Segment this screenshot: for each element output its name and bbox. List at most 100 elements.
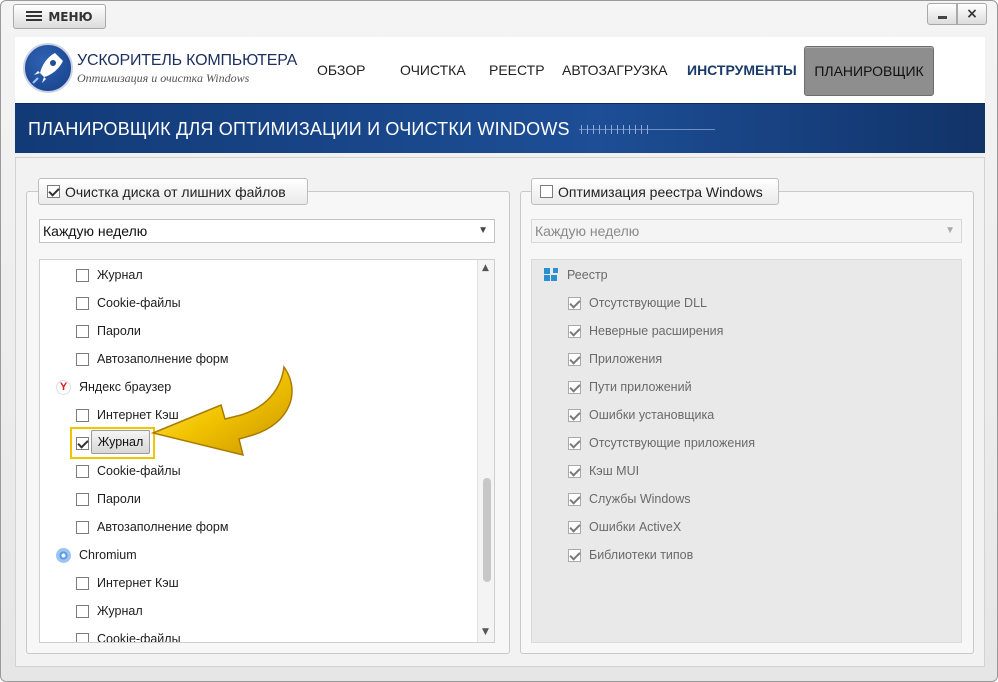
registry-group: Реестр (544, 265, 608, 285)
registry-optimization-checkbox[interactable] (540, 185, 553, 198)
item-label: Chromium (79, 548, 137, 562)
app-title: УСКОРИТЕЛЬ КОМПЬЮТЕРА (77, 52, 298, 69)
dropdown-arrow-icon: ▼ (945, 225, 955, 236)
list-item[interactable]: Интернет Кэш (76, 573, 179, 593)
menu-button[interactable]: МЕНЮ (13, 4, 106, 29)
list-item[interactable]: Отсутствующие приложения (568, 433, 755, 453)
app-window: МЕНЮ × УСКОРИТЕЛЬ КОМПЬЮТЕРА Оптимизация… (0, 0, 998, 682)
page-banner: ПЛАНИРОВЩИК ДЛЯ ОПТИМИЗАЦИИ И ОЧИСТКИ WI… (15, 103, 985, 153)
page-title: ПЛАНИРОВЩИК ДЛЯ ОПТИМИЗАЦИИ И ОЧИСТКИ WI… (28, 119, 570, 139)
item-checkbox[interactable] (76, 324, 89, 338)
banner-decoration-ticks (581, 125, 653, 134)
registry-items-list: Реестр Отсутствующие DLL Неверные расшир… (531, 259, 962, 643)
list-scrollbar[interactable]: ▲ ▼ (477, 260, 494, 642)
item-label: Cookie-файлы (97, 296, 181, 310)
app-subtitle: Оптимизация и очистка Windows (77, 71, 250, 85)
registry-frequency-select[interactable]: Каждую неделю ▼ (531, 219, 962, 243)
pointer-arrow-icon (150, 365, 293, 457)
list-item[interactable]: Службы Windows (568, 489, 691, 509)
list-item[interactable]: Отсутствующие DLL (568, 293, 707, 313)
rocket-logo-icon (23, 43, 73, 93)
list-item[interactable]: Cookie-файлы (76, 293, 181, 313)
tab-tools[interactable]: ИНСТРУМЕНТЫ (687, 37, 797, 103)
item-label: Пароли (97, 324, 141, 338)
disk-cleanup-checkbox[interactable] (47, 185, 60, 198)
item-checkbox[interactable] (76, 576, 89, 590)
item-label: Реестр (567, 268, 608, 282)
item-checkbox[interactable] (568, 324, 581, 338)
item-label: Пути приложений (589, 380, 692, 394)
list-item[interactable]: Cookie-файлы (76, 629, 181, 643)
list-item[interactable]: Ошибки ActiveX (568, 517, 681, 537)
item-checkbox[interactable] (76, 492, 89, 506)
registry-optimization-label: Оптимизация реестра Windows (558, 183, 763, 200)
browser-group-chromium: Chromium (56, 545, 137, 565)
item-checkbox[interactable] (76, 520, 89, 534)
list-item[interactable]: Пароли (76, 489, 141, 509)
close-button[interactable]: × (957, 3, 987, 25)
item-checkbox[interactable] (568, 436, 581, 450)
item-label: Пароли (97, 492, 141, 506)
list-item[interactable]: Автозаполнение форм (76, 517, 228, 537)
item-label: Журнал (97, 268, 143, 282)
item-label: Приложения (589, 352, 663, 366)
item-label: Отсутствующие DLL (589, 296, 707, 310)
list-item[interactable]: Журнал (76, 601, 143, 621)
registry-icon (544, 267, 559, 283)
list-item[interactable]: Ошибки установщика (568, 405, 714, 425)
item-checkbox[interactable] (76, 604, 89, 618)
scroll-thumb[interactable] (483, 478, 491, 582)
item-label: Интернет Кэш (97, 576, 179, 590)
chromium-icon (56, 547, 71, 563)
disk-cleanup-frequency-select[interactable]: Каждую неделю ▼ (39, 219, 495, 243)
list-item[interactable]: Кэш MUI (568, 461, 639, 481)
item-label: Неверные расширения (589, 324, 724, 338)
tab-registry[interactable]: РЕЕСТР (489, 37, 545, 103)
item-checkbox[interactable] (76, 296, 89, 310)
tab-scheduler[interactable]: ПЛАНИРОВЩИК (804, 46, 934, 96)
item-checkbox[interactable] (76, 464, 89, 478)
item-checkbox[interactable] (568, 296, 581, 310)
item-checkbox[interactable] (76, 352, 89, 366)
minimize-button[interactable] (927, 3, 957, 25)
scroll-down-icon[interactable]: ▼ (482, 627, 489, 637)
item-label: Ошибки ActiveX (589, 520, 682, 534)
disk-cleanup-label: Очистка диска от лишних файлов (65, 183, 286, 200)
scroll-up-icon[interactable]: ▲ (482, 263, 489, 273)
item-checkbox[interactable] (568, 492, 581, 506)
item-checkbox[interactable] (568, 352, 581, 366)
item-label: Отсутствующие приложения (589, 436, 755, 450)
disk-cleanup-toggle[interactable]: Очистка диска от лишних файлов (38, 178, 308, 205)
list-item[interactable]: Приложения (568, 349, 662, 369)
item-label: Службы Windows (589, 492, 691, 506)
tab-overview[interactable]: ОБЗОР (317, 37, 365, 103)
app-header: УСКОРИТЕЛЬ КОМПЬЮТЕРА Оптимизация и очис… (15, 37, 985, 103)
registry-optimization-toggle[interactable]: Оптимизация реестра Windows (531, 178, 779, 205)
list-item[interactable]: Библиотеки типов (568, 545, 693, 565)
list-item[interactable]: Неверные расширения (568, 321, 723, 341)
item-checkbox[interactable] (568, 548, 581, 562)
hamburger-icon (26, 11, 43, 22)
item-label: Cookie-файлы (97, 632, 181, 643)
tab-startup[interactable]: АВТОЗАГРУЗКА (562, 37, 668, 103)
item-label: Кэш MUI (589, 464, 640, 478)
item-checkbox[interactable] (76, 408, 89, 422)
item-checkbox[interactable] (76, 632, 89, 642)
item-label: Библиотеки типов (589, 548, 694, 562)
list-item[interactable]: Журнал (76, 265, 143, 285)
title-bar: МЕНЮ × (1, 1, 997, 35)
item-checkbox[interactable] (568, 408, 581, 422)
tab-cleanup[interactable]: ОЧИСТКА (400, 37, 466, 103)
menu-label: МЕНЮ (48, 9, 93, 24)
minimize-icon (937, 15, 947, 19)
list-item[interactable]: Пути приложений (568, 377, 692, 397)
item-checkbox[interactable] (568, 380, 581, 394)
list-item[interactable]: Пароли (76, 321, 141, 341)
item-checkbox[interactable] (568, 520, 581, 534)
item-checkbox[interactable] (568, 464, 581, 478)
frequency-value: Каждую неделю (535, 223, 640, 239)
close-icon: × (966, 6, 978, 22)
item-checkbox[interactable] (76, 268, 89, 282)
item-label: Журнал (97, 604, 143, 618)
item-label: Ошибки установщика (589, 408, 715, 422)
